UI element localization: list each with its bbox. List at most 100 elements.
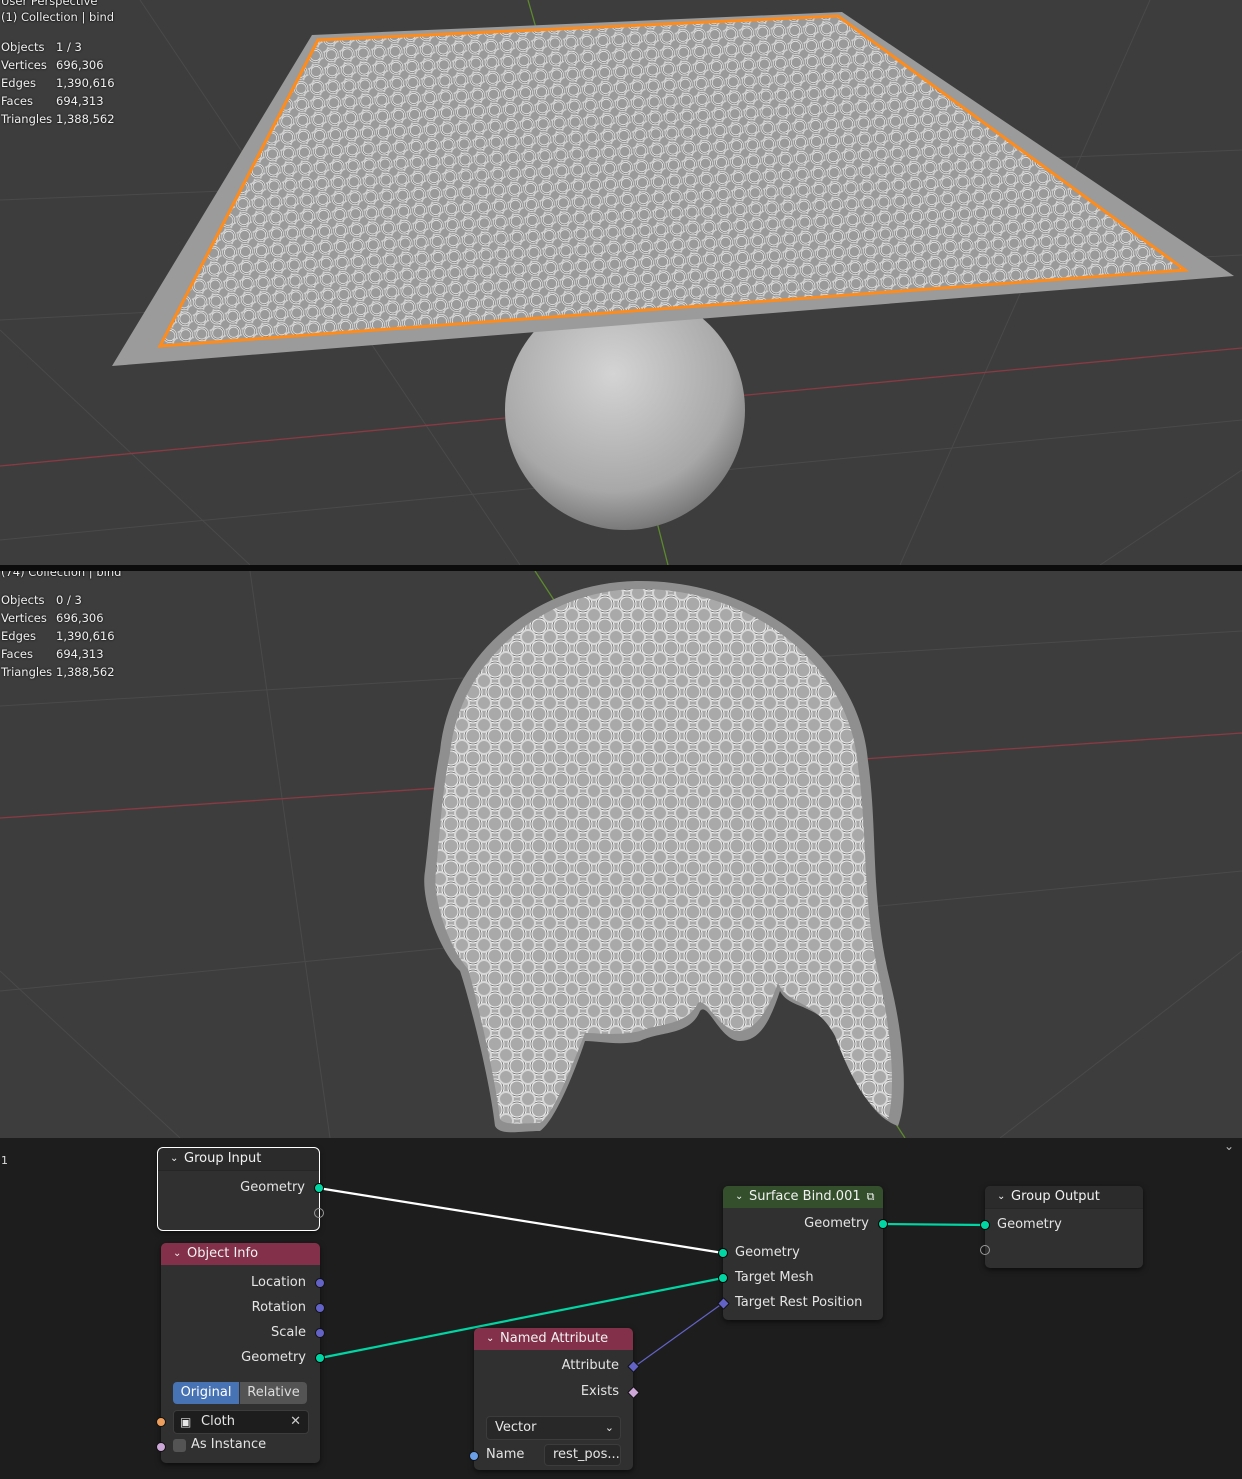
view-name: User Perspective — [1, 0, 98, 8]
viewport-top-scene — [0, 0, 1242, 565]
stat-row: Faces 694,313 — [1, 92, 115, 110]
collection-label: (1) Collection | bind — [1, 10, 115, 24]
link-surface-bind-to-group-output — [882, 1222, 986, 1227]
stat-value: 1,388,562 — [56, 665, 115, 679]
collection-label: (74) Collection | bind — [1, 571, 122, 579]
statistics-overlay: Objects 1 / 3 Vertices 696,306 Edges 1,390,… — [1, 38, 115, 128]
stat-value: 1,388,562 — [56, 112, 115, 126]
stat-label: Edges — [1, 76, 36, 90]
input-label: Target Mesh — [735, 1270, 814, 1285]
chevron-down-icon[interactable]: ⌄ — [735, 1186, 749, 1208]
stat-row: Triangles 1,388,562 — [1, 663, 115, 681]
node-header[interactable]: ⌄ Group Output — [985, 1186, 1143, 1209]
rotation-output-socket[interactable] — [315, 1303, 325, 1313]
chevron-down-icon[interactable]: ⌄ — [997, 1186, 1011, 1208]
node-title: Surface Bind.001 — [749, 1189, 861, 1204]
input-label: Geometry — [997, 1217, 1062, 1232]
link-named-attribute-to-rest-position — [633, 1302, 724, 1368]
stat-label: Triangles — [1, 665, 53, 679]
clear-icon[interactable]: ✕ — [290, 1411, 301, 1433]
stat-value: 0 / 3 — [56, 593, 82, 607]
output-label: Scale — [271, 1325, 306, 1340]
object-data-icon: ▣ — [180, 1415, 192, 1429]
node-title: Group Input — [184, 1151, 262, 1166]
node-header[interactable]: ⌄ Object Info — [161, 1243, 320, 1265]
link-group-input-to-surface-bind — [317, 1186, 724, 1255]
stat-label: Faces — [1, 647, 33, 661]
stat-label: Vertices — [1, 611, 47, 625]
chainmail-object — [160, 16, 1185, 346]
as-instance-checkbox[interactable] — [173, 1439, 186, 1452]
stat-label: Edges — [1, 629, 36, 643]
geometry-output-socket[interactable] — [878, 1219, 888, 1229]
stat-label: Objects — [1, 40, 45, 54]
viewport-bottom[interactable]: (74) Collection | bind Objects 0 / 3 Vert… — [0, 571, 1242, 1138]
viewport-top[interactable]: User Perspective (1) Collection | bind O… — [0, 0, 1242, 565]
scale-output-socket[interactable] — [315, 1328, 325, 1338]
location-output-socket[interactable] — [315, 1278, 325, 1288]
data-type-value: Vector — [495, 1420, 537, 1435]
transform-relative-button[interactable]: Relative — [240, 1382, 307, 1404]
object-field-value: Cloth — [201, 1414, 235, 1429]
stat-row: Vertices 696,306 — [1, 56, 115, 74]
input-label: Target Rest Position — [735, 1295, 863, 1310]
statistics-overlay: Objects 0 / 3 Vertices 696,306 Edges 1,390,… — [1, 591, 115, 681]
node-header[interactable]: ⌄ Group Input — [158, 1148, 319, 1171]
object-field[interactable]: ▣ Cloth ✕ — [173, 1410, 309, 1434]
chevron-down-icon[interactable]: ⌄ — [170, 1148, 184, 1170]
stat-row: Edges 1,390,616 — [1, 627, 115, 645]
output-label: Geometry — [804, 1216, 869, 1231]
empty-output-socket[interactable] — [314, 1208, 324, 1218]
stat-row: Faces 694,313 — [1, 645, 115, 663]
stat-value: 694,313 — [56, 647, 104, 661]
object-input-socket[interactable] — [156, 1417, 166, 1427]
viewport-bottom-scene — [0, 571, 1242, 1138]
group-output-node[interactable]: ⌄ Group Output Geometry — [980, 1186, 1143, 1268]
output-label: Geometry — [241, 1350, 306, 1365]
stat-row: Edges 1,390,616 — [1, 74, 115, 92]
node-header[interactable]: ⌄ Surface Bind.001 ⧉ — [723, 1186, 883, 1208]
geometry-input-socket[interactable] — [718, 1248, 728, 1258]
chevron-down-icon[interactable]: ⌄ — [486, 1328, 500, 1350]
chevron-down-icon: ⌄ — [604, 1421, 614, 1434]
group-input-node[interactable]: ⌄ Group Input Geometry — [157, 1147, 324, 1231]
geometry-input-socket[interactable] — [980, 1220, 990, 1230]
output-label: Location — [251, 1275, 306, 1290]
output-label: Rotation — [251, 1300, 306, 1315]
data-type-dropdown[interactable]: Vector ⌄ — [486, 1416, 621, 1440]
chevron-down-icon[interactable]: ⌄ — [173, 1243, 187, 1265]
stat-label: Objects — [1, 593, 45, 607]
node-header[interactable]: ⌄ Named Attribute — [474, 1328, 633, 1350]
stat-row: Triangles 1,388,562 — [1, 110, 115, 128]
stat-value: 696,306 — [56, 611, 104, 625]
output-label: Exists — [580, 1384, 619, 1399]
stat-value: 1 / 3 — [56, 40, 82, 54]
geometry-output-socket[interactable] — [315, 1353, 325, 1363]
empty-input-socket[interactable] — [980, 1245, 990, 1255]
as-instance-label: As Instance — [191, 1437, 267, 1452]
name-input-field[interactable]: rest_pos... — [544, 1444, 621, 1466]
named-attribute-node[interactable]: ⌄ Named Attribute Attribute Exists Vector… — [469, 1328, 640, 1470]
node-group-icon[interactable]: ⧉ — [867, 1186, 875, 1208]
y-axis-line — [527, 0, 537, 29]
as-instance-input-socket[interactable] — [156, 1442, 166, 1452]
node-editor[interactable]: 1 ⌄ ⌄ Group Input Geometry ⌄ Object Info L… — [0, 1139, 1242, 1479]
stat-value: 694,313 — [56, 94, 104, 108]
target-mesh-input-socket[interactable] — [718, 1273, 728, 1283]
stat-row: Vertices 696,306 — [1, 609, 115, 627]
name-input-label: Name — [486, 1447, 525, 1462]
output-label: Attribute — [561, 1358, 619, 1373]
surface-bind-node[interactable]: ⌄ Surface Bind.001 ⧉ Geometry Geometry Ta… — [717, 1186, 888, 1320]
object-info-node[interactable]: ⌄ Object Info Location Rotation Scale Geo… — [156, 1243, 325, 1463]
stat-value: 696,306 — [56, 58, 104, 72]
name-input-value: rest_pos... — [553, 1447, 620, 1462]
geometry-output-socket[interactable] — [314, 1183, 324, 1193]
name-input-socket[interactable] — [469, 1451, 479, 1461]
input-label: Geometry — [735, 1245, 800, 1260]
stat-label: Triangles — [1, 112, 53, 126]
stat-value: 1,390,616 — [56, 76, 115, 90]
node-title: Object Info — [187, 1246, 259, 1261]
stat-value: 1,390,616 — [56, 629, 115, 643]
stat-label: Faces — [1, 94, 33, 108]
transform-original-button[interactable]: Original — [173, 1382, 239, 1404]
